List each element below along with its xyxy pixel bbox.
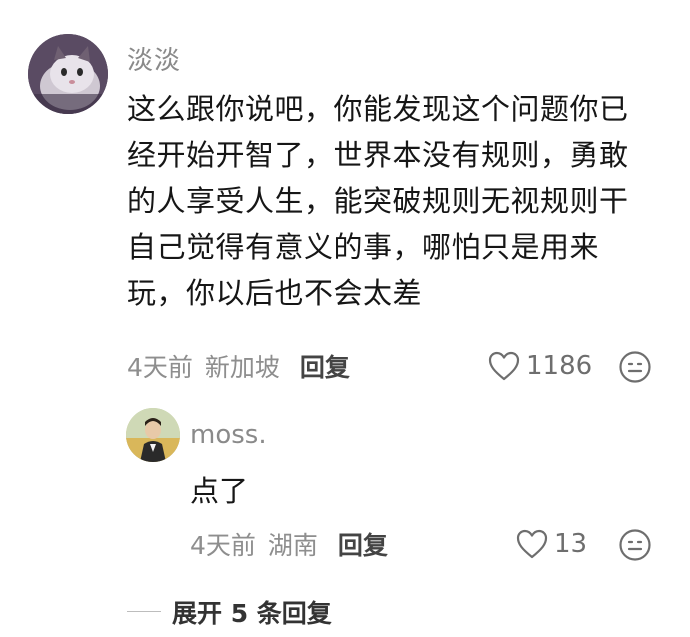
expand-divider <box>127 611 161 612</box>
reply-button[interactable]: 回复 <box>300 348 350 384</box>
heart-icon <box>516 529 548 559</box>
cat-avatar-icon <box>28 34 108 114</box>
comment-time: 4天前 <box>127 353 193 382</box>
reply-text: 点了 <box>190 474 249 508</box>
emoji-icon <box>619 529 651 561</box>
reply-emoji-button[interactable] <box>618 528 652 562</box>
comment-location: 新加坡 <box>204 353 280 382</box>
reply-time: 4天前 <box>190 531 256 560</box>
person-avatar-icon <box>126 408 180 462</box>
reply-location: 湖南 <box>267 531 318 560</box>
emoji-button[interactable] <box>618 350 652 384</box>
like-count: 1186 <box>526 351 593 381</box>
username[interactable]: 淡淡 <box>127 40 181 77</box>
reply-username[interactable]: moss. <box>190 420 267 450</box>
reply-like-count: 13 <box>554 529 588 559</box>
expand-replies-button[interactable]: 展开 5 条回复 <box>172 594 332 630</box>
emoji-icon <box>619 351 651 383</box>
reply-like-button[interactable]: 13 <box>516 524 587 564</box>
comment-text: 这么跟你说吧，你能发现这个问题你已经开始开智了，世界本没有规则，勇敢的人享受人生… <box>127 92 629 310</box>
comment-meta: 4天前 新加坡 回复 <box>127 346 350 386</box>
reply-meta: 4天前 湖南 回复 <box>190 524 388 564</box>
avatar-reply[interactable] <box>126 408 180 462</box>
heart-icon <box>488 351 520 381</box>
like-button[interactable]: 1186 <box>488 346 592 386</box>
avatar-main[interactable] <box>28 34 108 114</box>
reply-reply-button[interactable]: 回复 <box>338 526 388 562</box>
